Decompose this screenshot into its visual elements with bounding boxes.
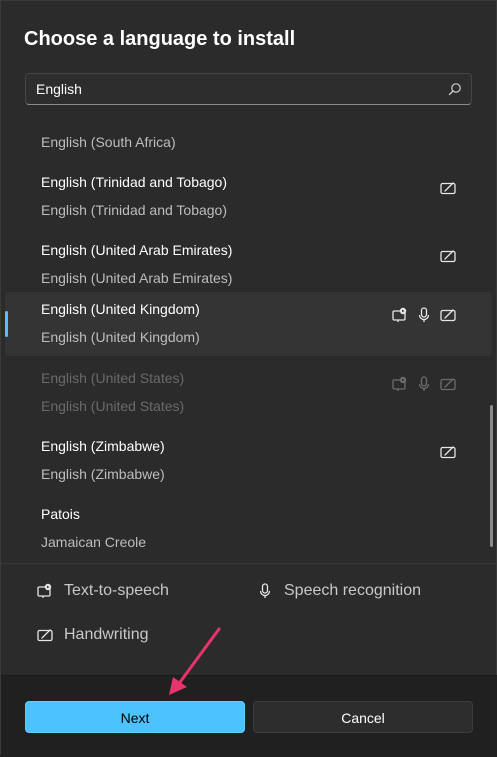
language-native-name: English (United Kingdom) xyxy=(41,329,200,345)
search-box[interactable] xyxy=(25,73,472,105)
language-native-name: English (United Arab Emirates) xyxy=(41,270,233,286)
microphone-icon xyxy=(415,375,433,393)
language-install-dialog: Choose a language to install English (So… xyxy=(0,0,497,757)
dialog-footer: Next Cancel xyxy=(1,675,497,757)
text-to-speech-icon xyxy=(37,583,52,598)
microphone-icon xyxy=(415,306,433,324)
language-name: English (Zimbabwe) xyxy=(41,438,165,454)
list-scrollbar[interactable] xyxy=(490,405,493,547)
language-native-name: Jamaican Creole xyxy=(41,534,147,550)
list-item-english-south-africa[interactable]: English (South Africa) xyxy=(5,125,492,161)
language-native-name: English (Trinidad and Tobago) xyxy=(41,202,228,218)
handwriting-icon xyxy=(439,306,457,324)
dialog-title: Choose a language to install xyxy=(24,28,296,50)
selection-indicator xyxy=(5,311,8,337)
list-item-patois[interactable]: Patois Jamaican Creole xyxy=(5,497,492,561)
legend-label: Handwriting xyxy=(64,626,149,643)
cancel-button[interactable]: Cancel xyxy=(253,701,473,733)
list-item-english-trinidad[interactable]: English (Trinidad and Tobago) English (T… xyxy=(5,165,492,229)
handwriting-icon xyxy=(37,629,53,642)
search-input[interactable] xyxy=(36,74,436,104)
list-item-english-uae[interactable]: English (United Arab Emirates) English (… xyxy=(5,233,492,297)
next-button[interactable]: Next xyxy=(25,701,245,733)
divider xyxy=(1,563,497,564)
microphone-icon xyxy=(259,583,271,598)
text-to-speech-icon xyxy=(391,375,409,393)
handwriting-icon xyxy=(439,247,457,265)
language-native-name: English (Zimbabwe) xyxy=(41,466,165,482)
legend-label: Speech recognition xyxy=(284,582,421,599)
handwriting-icon xyxy=(439,443,457,461)
list-item-english-zimbabwe[interactable]: English (Zimbabwe) English (Zimbabwe) xyxy=(5,429,492,493)
language-name: Patois xyxy=(41,506,80,522)
language-list[interactable]: English (South Africa) English (Trinidad… xyxy=(1,125,497,563)
handwriting-icon xyxy=(439,375,457,393)
language-name: English (United States) xyxy=(41,370,185,386)
list-item-english-us: English (United States) English (United … xyxy=(5,361,492,425)
language-native-name: English (United States) xyxy=(41,398,185,414)
handwriting-icon xyxy=(439,179,457,197)
text-to-speech-icon xyxy=(391,306,409,324)
search-icon[interactable] xyxy=(448,82,462,96)
language-name: English (United Kingdom) xyxy=(41,301,200,317)
legend-label: Text-to-speech xyxy=(64,582,169,599)
language-native-name: English (South Africa) xyxy=(41,134,176,150)
language-name: English (Trinidad and Tobago) xyxy=(41,174,228,190)
list-item-english-uk[interactable]: English (United Kingdom) English (United… xyxy=(5,292,492,356)
language-name: English (United Arab Emirates) xyxy=(41,242,233,258)
